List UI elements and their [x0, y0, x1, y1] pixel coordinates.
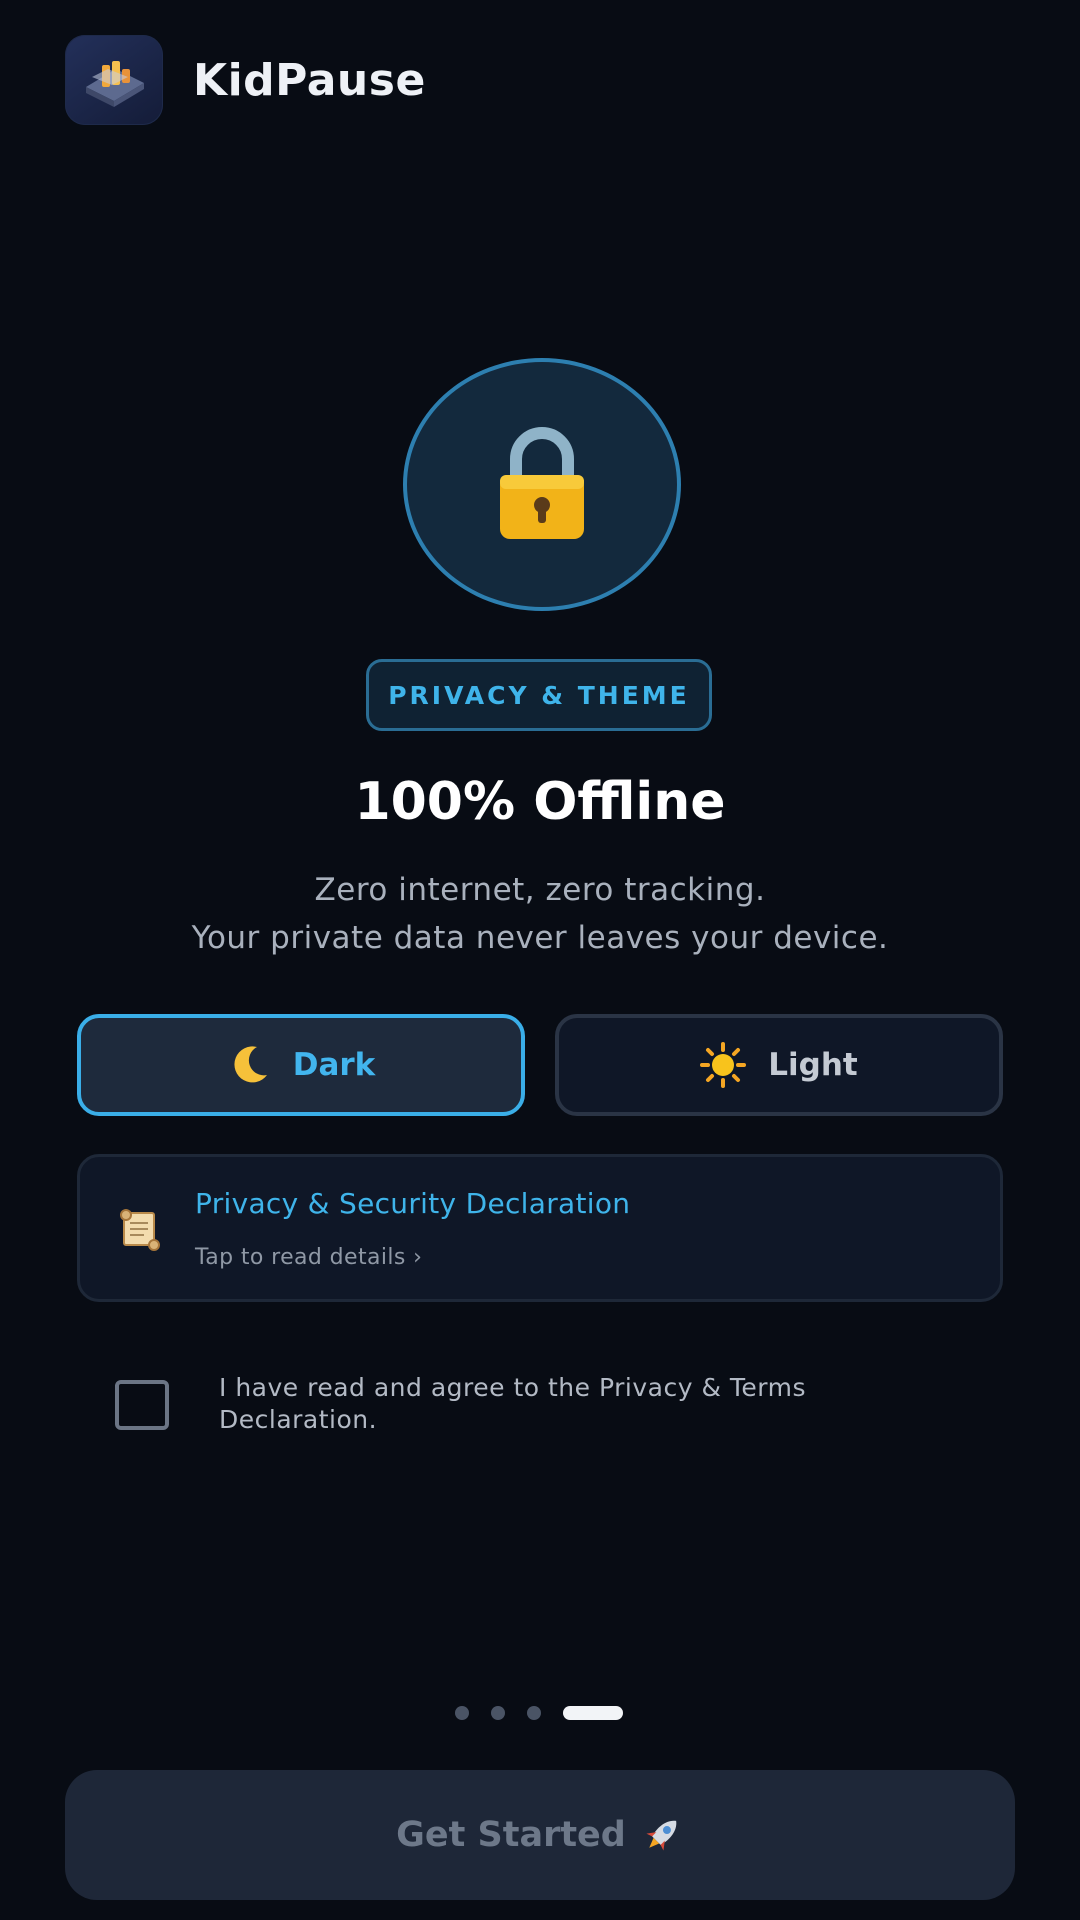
page-indicator	[455, 1706, 623, 1720]
app-logo-icon	[65, 35, 163, 125]
app-header: KidPause	[65, 35, 426, 125]
agree-checkbox[interactable]	[115, 1380, 169, 1430]
theme-light-label: Light	[768, 1047, 858, 1083]
lock-icon	[500, 426, 584, 539]
privacy-card-subtitle: Tap to read details ›	[195, 1245, 423, 1270]
theme-dark-label: Dark	[292, 1047, 376, 1083]
subtitle-line-1: Zero internet, zero tracking.	[314, 872, 766, 908]
rocket-icon	[640, 1813, 684, 1857]
subtitle-line-2: Your private data never leaves your devi…	[191, 920, 889, 956]
page-dot-active	[563, 1706, 623, 1720]
get-started-button[interactable]: Get Started	[65, 1770, 1015, 1900]
page-dot	[455, 1706, 469, 1720]
privacy-declaration-card[interactable]: Privacy & Security Declaration Tap to re…	[77, 1154, 1003, 1302]
page-dot	[491, 1706, 505, 1720]
scroll-icon	[118, 1209, 162, 1255]
agree-label: I have read and agree to the Privacy & T…	[219, 1373, 807, 1434]
sun-icon	[700, 1042, 747, 1088]
theme-dark-button[interactable]: Dark	[77, 1014, 525, 1116]
section-badge: PRIVACY & THEME	[366, 659, 712, 731]
page-title: 100% Offline	[354, 772, 726, 832]
moon-icon	[227, 1043, 271, 1087]
onboarding-screen: KidPause PRIVACY & THEME 100% Offline Ze…	[0, 0, 1080, 1920]
page-dot	[527, 1706, 541, 1720]
get-started-label: Get Started	[396, 1815, 626, 1855]
lock-illustration	[403, 358, 681, 611]
privacy-card-title: Privacy & Security Declaration	[195, 1187, 631, 1220]
app-title: KidPause	[193, 54, 426, 106]
theme-light-button[interactable]: Light	[555, 1014, 1003, 1116]
